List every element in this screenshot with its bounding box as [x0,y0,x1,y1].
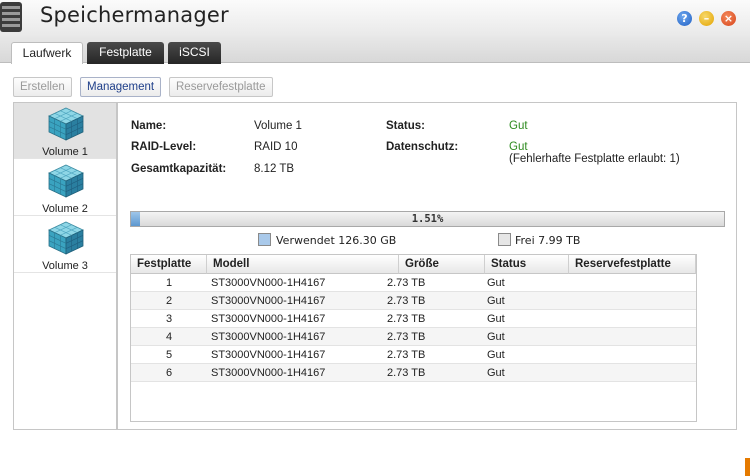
disk-status: Gut [487,313,505,325]
create-button[interactable]: Erstellen [13,77,72,97]
disk-number: 3 [165,313,173,325]
volume-label: Volume 3 [42,260,88,272]
storage-manager-icon [0,0,30,34]
close-icon[interactable]: × [721,11,736,26]
usage-percent: 1.51% [411,213,444,225]
status-value: Gut [509,120,528,132]
capacity-value: 8.12 TB [254,163,295,175]
tab-laufwerk[interactable]: Laufwerk [11,42,83,64]
volume-item-2[interactable]: Volume 2 [14,160,116,216]
free-legend-label: Frei 7.99 TB [515,234,581,247]
table-row[interactable]: 5 ST3000VN000-1H4167 2.73 TB Gut [131,346,696,364]
disk-model: ST3000VN000-1H4167 [211,349,326,361]
disk-size: 2.73 TB [387,295,426,307]
disk-number: 2 [165,295,173,307]
column-header-size[interactable]: Größe [399,255,485,274]
table-row[interactable]: 2 ST3000VN000-1H4167 2.73 TB Gut [131,292,696,310]
volume-label: Volume 1 [42,146,88,158]
volume-item-1[interactable]: Volume 1 [14,103,116,159]
capacity-label: Gesamtkapazität: [131,163,227,175]
disk-size: 2.73 TB [387,313,426,325]
protection-value: Gut [509,141,528,153]
disk-status: Gut [487,367,505,379]
disk-model: ST3000VN000-1H4167 [211,313,326,325]
table-row[interactable]: 4 ST3000VN000-1H4167 2.73 TB Gut [131,328,696,346]
tab-iscsi[interactable]: iSCSI [168,42,221,64]
disk-size: 2.73 TB [387,331,426,343]
disk-model: ST3000VN000-1H4167 [211,277,326,289]
tab-festplatte[interactable]: Festplatte [87,42,164,64]
table-row[interactable]: 1 ST3000VN000-1H4167 2.73 TB Gut [131,274,696,292]
disk-model: ST3000VN000-1H4167 [211,331,326,343]
used-legend-swatch [258,233,271,246]
disk-number: 5 [165,349,173,361]
disk-status: Gut [487,277,505,289]
title-bar: Speichermanager ? – × [0,0,750,36]
window-title: Speichermanager [40,3,229,27]
column-header-status[interactable]: Status [485,255,569,274]
help-icon[interactable]: ? [677,11,692,26]
column-header-spare[interactable]: Reservefestplatte [569,255,696,274]
disk-model: ST3000VN000-1H4167 [211,367,326,379]
table-row[interactable]: 3 ST3000VN000-1H4167 2.73 TB Gut [131,310,696,328]
volume-cube-icon [48,164,84,198]
raid-level-label: RAID-Level: [131,141,197,153]
volume-label: Volume 2 [42,203,88,215]
status-label: Status: [386,120,425,132]
disk-table: Festplatte Modell Größe Status Reservefe… [130,254,697,422]
disk-status: Gut [487,331,505,343]
protection-note: (Fehlerhafte Festplatte erlaubt: 1) [509,153,680,165]
column-header-model[interactable]: Modell [207,255,399,274]
volume-list: Volume 1 Volume 2 Volume 3 [13,102,117,430]
name-label: Name: [131,120,167,132]
spare-disk-button[interactable]: Reservefestplatte [169,77,273,97]
used-legend-label: Verwendet 126.30 GB [276,234,397,247]
protection-label: Datenschutz: [386,141,459,153]
disk-size: 2.73 TB [387,349,426,361]
management-button[interactable]: Management [80,77,162,97]
disk-status: Gut [487,295,505,307]
disk-number: 4 [165,331,173,343]
window-edge [745,458,750,476]
raid-level-value: RAID 10 [254,141,298,153]
disk-status: Gut [487,349,505,361]
disk-size: 2.73 TB [387,367,426,379]
disk-size: 2.73 TB [387,277,426,289]
minimize-icon[interactable]: – [699,11,714,26]
disk-model: ST3000VN000-1H4167 [211,295,326,307]
volume-cube-icon [48,221,84,255]
disk-number: 1 [165,277,173,289]
name-value: Volume 1 [254,120,302,132]
table-row[interactable]: 6 ST3000VN000-1H4167 2.73 TB Gut [131,364,696,382]
volume-item-3[interactable]: Volume 3 [14,217,116,273]
free-legend-swatch [498,233,511,246]
usage-progress-bar: 1.51% [130,211,725,227]
disk-number: 6 [165,367,173,379]
tab-strip: Laufwerk Festplatte iSCSI [0,36,750,64]
column-header-disk[interactable]: Festplatte [131,255,207,274]
volume-cube-icon [48,107,84,141]
